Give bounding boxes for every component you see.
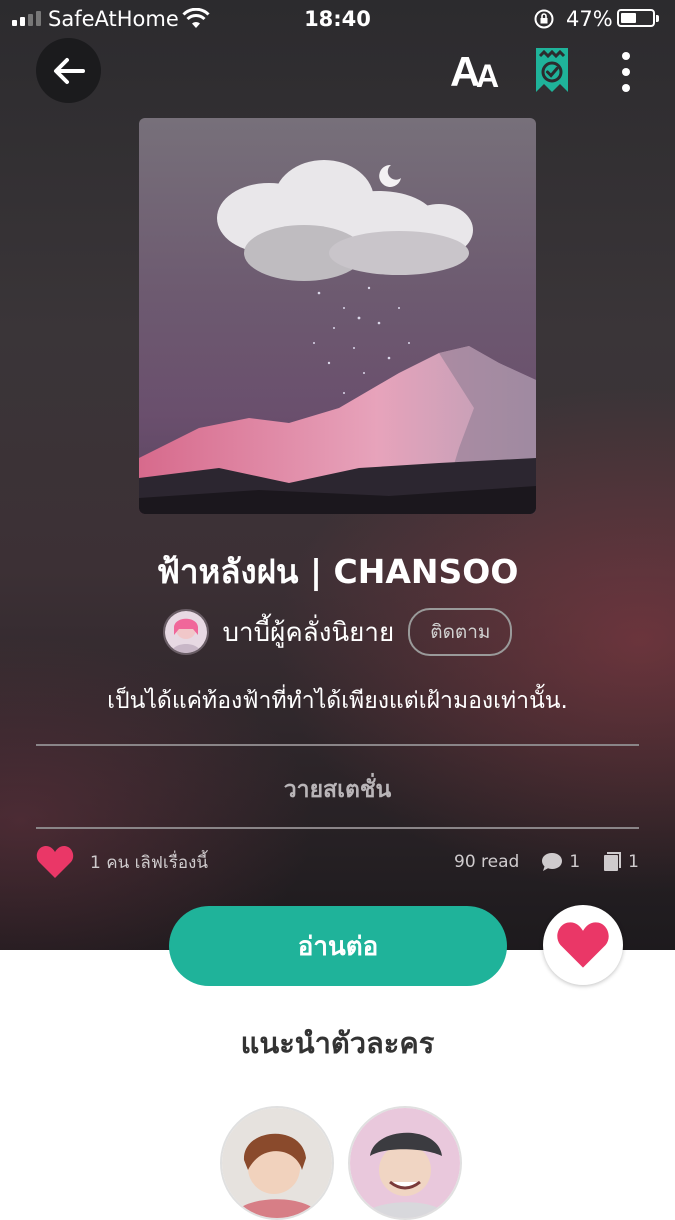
battery-icon [617, 9, 659, 27]
continue-reading-button[interactable]: อ่านต่อ [169, 906, 507, 986]
character-avatar[interactable] [220, 1106, 334, 1220]
follow-button[interactable]: ติดตาม [408, 608, 513, 656]
book-icon [604, 852, 622, 871]
story-tagline: เป็นได้แค่ท้องฟ้าที่ทำได้เพียงแต่เฝ้ามอง… [107, 688, 568, 714]
battery-percent: 47% [566, 7, 613, 31]
likes-count: 1 คน เลิฟเรื่องนี้ [90, 852, 208, 873]
read-count: 90 read [454, 852, 520, 872]
font-size-button[interactable]: AA [450, 46, 502, 96]
text-size-icon-small: A [476, 58, 500, 94]
story-genre[interactable]: วายสเตชั่น [0, 772, 675, 808]
chapter-count: 1 [628, 852, 639, 872]
heart-icon [557, 922, 609, 968]
favorite-button[interactable] [543, 905, 623, 985]
more-options-button[interactable] [612, 52, 640, 92]
author-avatar[interactable] [162, 609, 209, 655]
story-cover-image [139, 118, 536, 514]
story-title: ฟ้าหลังฝน | CHANSOO [156, 552, 519, 591]
characters-section-title: แนะนำตัวละคร [240, 1026, 435, 1060]
back-button[interactable] [36, 38, 101, 103]
comment-icon [542, 853, 563, 871]
author-name[interactable]: บาบี้ผู้คลั่งนิยาย [223, 612, 395, 653]
library-added-icon [536, 48, 568, 92]
arrow-left-icon [53, 57, 85, 84]
author-row: บาบี้ผู้คลั่งนิยาย ติดตาม [0, 608, 675, 656]
rotation-lock-icon [533, 8, 555, 35]
likes-summary: 1 คน เลิฟเรื่องนี้ [36, 845, 208, 879]
more-vertical-icon [622, 52, 630, 60]
status-bar: SafeAtHome 18:40 47% [0, 0, 675, 38]
comment-count: 1 [569, 852, 581, 872]
story-stats: 90 read 1 1 [454, 852, 639, 872]
heart-icon [36, 846, 74, 878]
character-avatar[interactable] [348, 1106, 462, 1220]
divider [36, 744, 639, 746]
divider [36, 827, 639, 829]
library-button[interactable] [530, 46, 574, 94]
